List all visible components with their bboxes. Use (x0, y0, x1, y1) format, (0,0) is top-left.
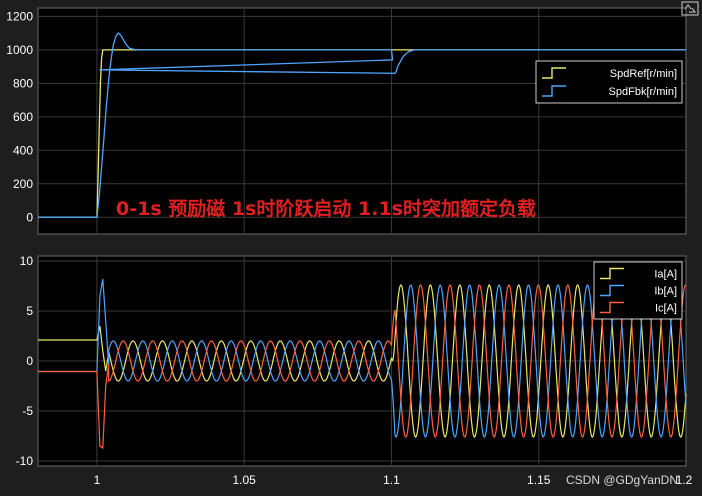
watermark: CSDN @GDgYanDN (566, 473, 678, 487)
xtick-label: 1.2 (676, 473, 693, 487)
xtick-label: 1.1 (383, 473, 400, 487)
ytick-label: -5 (22, 404, 33, 418)
speed-legend[interactable]: SpdRef[r/min] SpdFbk[r/min] (535, 60, 683, 104)
ytick-label: 0 (26, 210, 33, 224)
ytick-label: 600 (13, 110, 33, 124)
xtick-label: 1.15 (527, 473, 551, 487)
xtick-label: 1.05 (233, 473, 257, 487)
xtick-label: 1 (94, 473, 101, 487)
scope-chart: 0 200 400 600 800 1000 1200 0-1s 预励磁 1s时阶跃启动 1… (0, 0, 702, 496)
scope-window: 0 200 400 600 800 1000 1200 0-1s 预励磁 1s时阶跃启动 1… (0, 0, 702, 496)
ytick-label: 1200 (6, 9, 33, 23)
ytick-label: 10 (20, 254, 34, 268)
legend-label: SpdRef[r/min] (610, 68, 677, 80)
current-legend[interactable]: Ia[A] Ib[A] Ic[A] (593, 261, 683, 320)
ytick-label: 200 (13, 177, 33, 191)
current-axes: -10 -5 0 5 10 1 1.05 1.1 1.15 1.2 Ia[A] Ib[A] Ic[A… (16, 254, 693, 487)
ytick-label: 5 (26, 304, 33, 318)
legend-label: Ic[A] (655, 303, 677, 315)
ytick-label: 1000 (6, 43, 33, 57)
legend-label: SpdFbk[r/min] (609, 86, 677, 98)
ytick-label: 0 (26, 354, 33, 368)
ytick-label: -10 (16, 454, 34, 468)
legend-label: Ib[A] (654, 286, 677, 298)
legend-label: Ia[A] (654, 269, 677, 281)
speed-axes: 0 200 400 600 800 1000 1200 0-1s 预励磁 1s时阶跃启动 1… (6, 7, 687, 235)
chart-annotation: 0-1s 预励磁 1s时阶跃启动 1.1s时突加额定负载 (116, 197, 536, 220)
ytick-label: 800 (13, 76, 33, 90)
ytick-label: 400 (13, 143, 33, 157)
